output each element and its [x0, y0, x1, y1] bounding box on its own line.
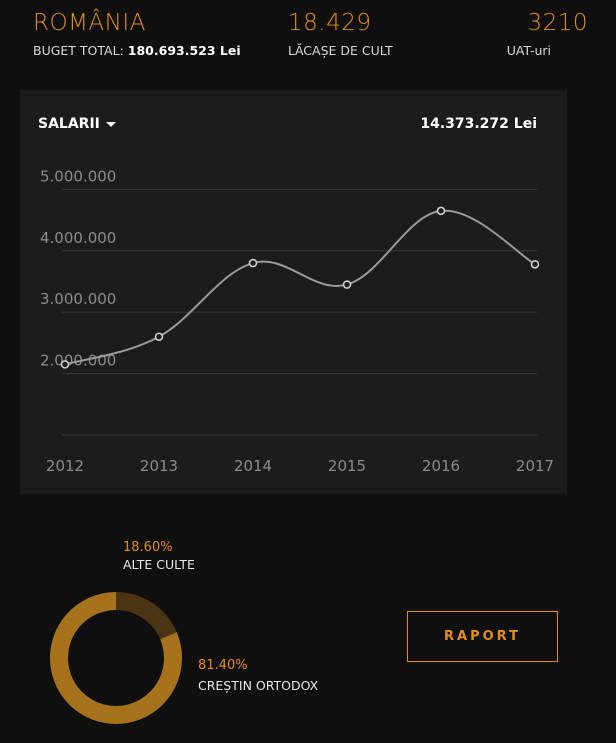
- slice-label-other: ALTE CULTE: [123, 557, 195, 572]
- places-of-worship-label: LĂCAȘE DE CULT: [288, 43, 393, 58]
- y-tick-label: 5.000.000: [40, 167, 116, 185]
- data-point: [154, 332, 164, 342]
- series-line: [64, 209, 536, 366]
- donut-chart: [50, 592, 182, 724]
- places-of-worship-count: 18.429: [288, 10, 372, 36]
- y-tick-label: 4.000.000: [40, 229, 116, 247]
- total-budget-label: BUGET TOTAL:: [33, 43, 124, 58]
- total-budget-value: 180.693.523 Lei: [127, 43, 241, 58]
- data-point: [342, 280, 352, 289]
- total-budget: BUGET TOTAL: 180.693.523 Lei: [33, 43, 241, 58]
- slice-label-orthodox: CREȘTIN ORTODOX: [198, 678, 319, 693]
- country-name: ROMÂNIA: [33, 10, 146, 36]
- uat-count: 3210: [527, 10, 588, 36]
- x-tick-label: 2013: [140, 457, 178, 475]
- report-button[interactable]: RAPORT: [407, 611, 558, 662]
- data-point: [248, 258, 258, 268]
- salary-chart-panel: SALARII 14.373.272 Lei 5.000.000 4.000.00…: [20, 90, 567, 494]
- x-tick-label: 2017: [516, 457, 554, 475]
- y-tick-label: 3.000.000: [40, 290, 116, 308]
- x-tick-label: 2014: [234, 457, 272, 475]
- data-point: [530, 259, 540, 269]
- x-tick-label: 2015: [328, 457, 366, 475]
- donut-slice-other: [116, 592, 177, 640]
- line-chart: 5.000.0004.000.0003.000.0002.000.0002012…: [40, 167, 554, 475]
- slice-pct-other: 18.60%: [123, 540, 173, 555]
- data-point: [60, 360, 70, 369]
- data-point: [436, 206, 446, 216]
- summary-header: ROMÂNIA BUGET TOTAL: 180.693.523 Lei 18.…: [0, 0, 616, 80]
- slice-pct-orthodox: 81.40%: [198, 658, 248, 673]
- x-tick-label: 2016: [422, 457, 460, 475]
- x-tick-label: 2012: [46, 457, 84, 475]
- uat-label: UAT-uri: [506, 43, 551, 58]
